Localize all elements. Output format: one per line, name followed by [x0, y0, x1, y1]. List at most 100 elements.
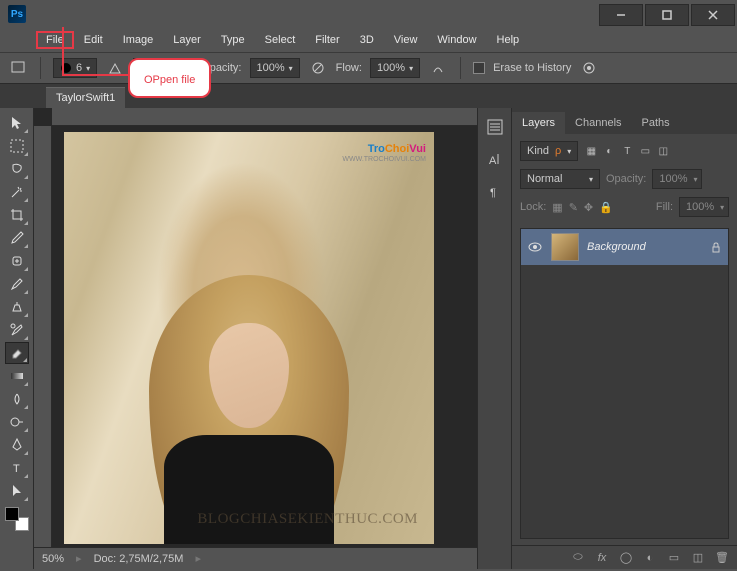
airbrush-button[interactable]: [428, 58, 448, 78]
menu-file[interactable]: File: [36, 31, 74, 49]
opacity-picker[interactable]: 100% ▾: [250, 58, 300, 78]
tab-paths[interactable]: Paths: [632, 112, 680, 134]
horizontal-ruler[interactable]: [52, 108, 477, 126]
layer-filter-icons: ▦ ◐ T ▭ ◫: [584, 144, 670, 158]
flow-picker[interactable]: 100% ▾: [370, 58, 420, 78]
blend-mode-picker[interactable]: Normal ▾: [520, 169, 600, 189]
annotation-line: [62, 27, 64, 74]
layers-panel: Layers Channels Paths Kind ρ ▾ ▦ ◐ T ▭ ◫: [511, 108, 737, 569]
layer-mask-icon[interactable]: ◯: [617, 549, 635, 567]
history-brush-tool[interactable]: [5, 319, 29, 341]
layer-thumbnail[interactable]: [551, 233, 579, 261]
chevron-down-icon: ▾: [289, 64, 293, 73]
layer-filter-kind[interactable]: Kind ρ ▾: [520, 141, 578, 161]
color-swatches[interactable]: [5, 507, 29, 531]
flow-label: Flow:: [336, 62, 362, 74]
watermark-blog: BLOGCHIASEKIENTHUC.COM: [197, 511, 418, 528]
chevron-right-icon[interactable]: ▸: [195, 552, 201, 565]
pressure-opacity-button[interactable]: [308, 58, 328, 78]
watermark-url: WWW.TROCHOIVUI.COM: [342, 156, 426, 163]
layer-style-icon[interactable]: fx: [593, 549, 611, 567]
lock-icon: [710, 241, 722, 253]
magic-wand-tool[interactable]: [5, 181, 29, 203]
foreground-color[interactable]: [5, 507, 19, 521]
gradient-tool[interactable]: [5, 365, 29, 387]
maximize-button[interactable]: [645, 4, 689, 26]
lasso-tool[interactable]: [5, 158, 29, 180]
menu-layer[interactable]: Layer: [163, 31, 211, 49]
pressure-size-button[interactable]: [579, 58, 599, 78]
svg-text:T: T: [13, 463, 20, 475]
type-tool[interactable]: T: [5, 457, 29, 479]
lock-pixels-icon[interactable]: ✎: [569, 201, 578, 214]
history-panel-icon[interactable]: [484, 116, 506, 138]
close-button[interactable]: [691, 4, 735, 26]
filter-pixel-icon[interactable]: ▦: [584, 144, 598, 158]
adjustment-layer-icon[interactable]: ◐: [641, 549, 659, 567]
lock-all-icon[interactable]: 🔒: [599, 201, 613, 214]
tab-channels[interactable]: Channels: [565, 112, 631, 134]
lock-transparency-icon[interactable]: ▦: [552, 201, 562, 214]
marquee-tool[interactable]: [5, 135, 29, 157]
erase-history-checkbox[interactable]: [473, 62, 485, 74]
menu-edit[interactable]: Edit: [74, 31, 113, 49]
menu-select[interactable]: Select: [255, 31, 306, 49]
healing-brush-tool[interactable]: [5, 250, 29, 272]
menu-window[interactable]: Window: [427, 31, 486, 49]
group-icon[interactable]: ▭: [665, 549, 683, 567]
menu-3d[interactable]: 3D: [350, 31, 384, 49]
chevron-down-icon: ▾: [589, 175, 593, 184]
dodge-tool[interactable]: [5, 411, 29, 433]
tab-layers[interactable]: Layers: [512, 112, 565, 134]
layer-opacity-label: Opacity:: [606, 173, 646, 185]
zoom-level[interactable]: 50%: [42, 553, 64, 565]
menu-type[interactable]: Type: [211, 31, 255, 49]
layer-opacity-picker[interactable]: 100% ▾: [652, 169, 702, 189]
menu-filter[interactable]: Filter: [305, 31, 349, 49]
menu-help[interactable]: Help: [487, 31, 530, 49]
layer-name[interactable]: Background: [587, 241, 702, 253]
filter-smart-icon[interactable]: ◫: [656, 144, 670, 158]
annotation-callout: OPpen file: [128, 58, 211, 98]
vertical-ruler[interactable]: [34, 126, 52, 547]
brush-tool[interactable]: [5, 273, 29, 295]
clone-stamp-tool[interactable]: [5, 296, 29, 318]
eraser-tool[interactable]: [5, 342, 29, 364]
menu-view[interactable]: View: [384, 31, 428, 49]
eyedropper-tool[interactable]: [5, 227, 29, 249]
document-canvas[interactable]: TroChoiVui WWW.TROCHOIVUI.COM BLOGCHIASE…: [64, 132, 434, 544]
minimize-button[interactable]: [599, 4, 643, 26]
separator: ▸: [76, 552, 82, 565]
chevron-down-icon: ▾: [86, 64, 90, 73]
link-layers-icon[interactable]: ⬭: [569, 549, 587, 567]
opacity-value: 100%: [257, 62, 285, 74]
tool-preset-picker[interactable]: [8, 58, 28, 78]
paragraph-panel-icon[interactable]: ¶: [484, 180, 506, 202]
fill-picker[interactable]: 100% ▾: [679, 197, 729, 217]
character-panel-icon[interactable]: A: [484, 148, 506, 170]
pen-tool[interactable]: [5, 434, 29, 456]
svg-text:A: A: [489, 155, 497, 167]
path-selection-tool[interactable]: [5, 480, 29, 502]
options-bar: 6 ▾ ▾ Opacity: 100% ▾ Flow: 100% ▾ Erase…: [0, 52, 737, 84]
chevron-down-icon: ▾: [720, 203, 724, 212]
crop-tool[interactable]: [5, 204, 29, 226]
filter-type-icon[interactable]: T: [620, 144, 634, 158]
status-bar: 50% ▸ Doc: 2,75M/2,75M ▸: [34, 547, 477, 569]
canvas-viewport[interactable]: TroChoiVui WWW.TROCHOIVUI.COM BLOGCHIASE…: [52, 126, 477, 547]
filter-shape-icon[interactable]: ▭: [638, 144, 652, 158]
blur-tool[interactable]: [5, 388, 29, 410]
layer-row[interactable]: Background: [521, 229, 728, 265]
menu-image[interactable]: Image: [113, 31, 164, 49]
layer-list: Background: [520, 228, 729, 539]
delete-layer-icon[interactable]: 🗑: [713, 549, 731, 567]
doc-info[interactable]: Doc: 2,75M/2,75M: [94, 553, 184, 565]
image-content: [139, 275, 359, 544]
document-tab[interactable]: TaylorSwift1: [46, 87, 125, 108]
filter-adjustment-icon[interactable]: ◐: [602, 144, 616, 158]
move-tool[interactable]: [5, 112, 29, 134]
separator: [460, 57, 461, 79]
new-layer-icon[interactable]: ◫: [689, 549, 707, 567]
visibility-toggle[interactable]: [527, 239, 543, 255]
lock-position-icon[interactable]: ✥: [584, 201, 593, 214]
